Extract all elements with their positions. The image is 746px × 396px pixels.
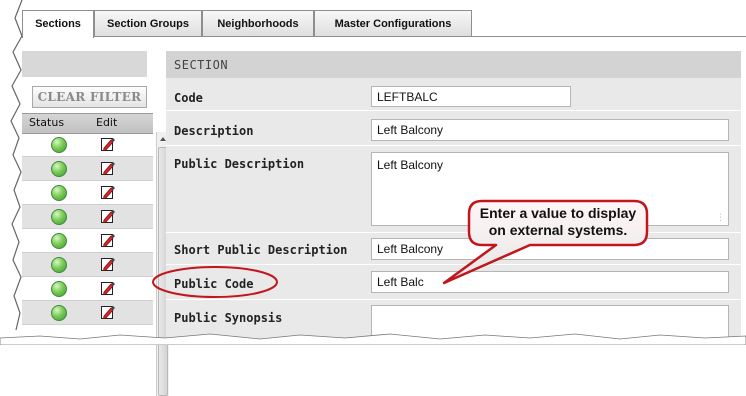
- public-description-value: Left Balcony: [377, 158, 444, 172]
- clear-filter-button[interactable]: CLEAR FILTER: [32, 86, 147, 108]
- callout-text: Enter a value to display on external sys…: [464, 205, 652, 239]
- edit-pencil-icon[interactable]: [101, 185, 115, 200]
- column-header-edit[interactable]: Edit: [96, 116, 117, 129]
- active-green-icon: [51, 209, 67, 225]
- callout-line-1: Enter a value to display: [479, 205, 637, 221]
- description-label: Description: [174, 124, 254, 138]
- description-input[interactable]: Left Balcony: [371, 119, 729, 141]
- edit-pencil-icon[interactable]: [101, 257, 115, 272]
- active-green-icon: [51, 257, 67, 273]
- section-list-panel: CLEAR FILTER Status Edit: [22, 51, 169, 396]
- grid-header: Status Edit: [22, 113, 153, 134]
- tab-master-configurations[interactable]: Master Configurations: [314, 10, 472, 36]
- section-title: SECTION: [174, 58, 229, 72]
- tab-divider: [22, 36, 746, 37]
- edit-pencil-icon[interactable]: [101, 161, 115, 176]
- row-separator: [166, 232, 741, 233]
- tab-sections[interactable]: Sections: [22, 10, 94, 38]
- table-row[interactable]: [22, 157, 153, 181]
- table-row[interactable]: [22, 229, 153, 253]
- code-label: Code: [174, 91, 203, 105]
- short-public-description-input[interactable]: Left Balcony: [371, 238, 729, 260]
- public-synopsis-textarea[interactable]: [371, 305, 729, 345]
- list-header-bar: [22, 51, 147, 77]
- active-green-icon: [51, 281, 67, 297]
- code-input[interactable]: LEFTBALC: [371, 86, 571, 107]
- table-row[interactable]: [22, 181, 153, 205]
- table-row[interactable]: [22, 301, 153, 325]
- section-form: SECTION Code LEFTBALC Description Left B…: [166, 51, 741, 345]
- active-green-icon: [51, 233, 67, 249]
- edit-pencil-icon[interactable]: [101, 209, 115, 224]
- active-green-icon: [51, 161, 67, 177]
- column-header-status[interactable]: Status: [29, 116, 64, 129]
- table-row[interactable]: [22, 277, 153, 301]
- tab-bar: Sections Section Groups Neighborhoods Ma…: [22, 10, 746, 38]
- public-synopsis-label: Public Synopsis: [174, 311, 283, 325]
- row-separator: [166, 145, 741, 146]
- edit-pencil-icon[interactable]: [101, 305, 115, 320]
- resize-handle-icon[interactable]: ⋮: [716, 214, 725, 223]
- row-separator: [166, 110, 741, 111]
- table-row[interactable]: [22, 133, 153, 157]
- active-green-icon: [51, 185, 67, 201]
- public-code-input[interactable]: Left Balc: [371, 271, 729, 293]
- section-header: SECTION: [166, 51, 741, 78]
- row-separator: [166, 264, 741, 265]
- tab-neighborhoods[interactable]: Neighborhoods: [202, 10, 314, 36]
- short-public-description-label: Short Public Description: [174, 243, 348, 257]
- public-description-label: Public Description: [174, 157, 305, 171]
- edit-pencil-icon[interactable]: [101, 233, 115, 248]
- public-code-label: Public Code: [174, 277, 254, 291]
- edit-pencil-icon[interactable]: [101, 281, 115, 296]
- row-separator: [166, 299, 741, 300]
- callout-line-2: on external systems.: [488, 222, 628, 238]
- active-green-icon: [51, 305, 67, 321]
- table-row[interactable]: [22, 253, 153, 277]
- section-grid: [22, 133, 153, 325]
- table-row[interactable]: [22, 205, 153, 229]
- edit-pencil-icon[interactable]: [101, 137, 115, 152]
- tab-section-groups[interactable]: Section Groups: [94, 10, 202, 36]
- active-green-icon: [51, 137, 67, 153]
